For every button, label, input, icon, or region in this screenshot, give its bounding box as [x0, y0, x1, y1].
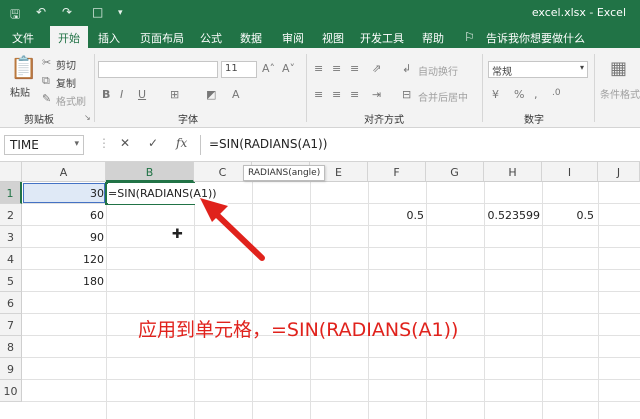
annotation-text: 应用到单元格，=SIN(RADIANS(A1)) — [138, 319, 459, 341]
annotation-arrow — [200, 198, 265, 261]
